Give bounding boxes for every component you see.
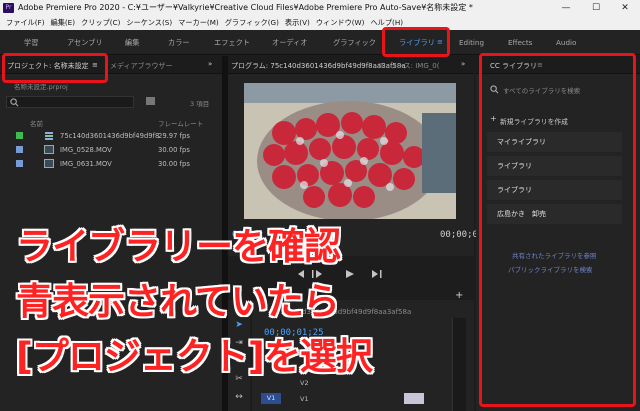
annotation-box-project-tab [2,53,108,83]
audio-meter [452,318,466,411]
video-preview-frame[interactable] [244,83,456,219]
slip-tool-icon[interactable]: ↔ [232,390,246,404]
workspace-bar: 学習 アセンブリ 編集 カラー エフェクト オーディオ グラフィック ライブラリ… [0,30,640,55]
annotation-box-libraries-panel [479,53,636,407]
table-row[interactable]: 75c140d3601436d9bf49d9f8 29.97 fps [0,129,222,142]
workspace-editing[interactable]: 編集 [125,38,139,48]
title-bar: Pr Adobe Premiere Pro 2020 - C:¥ユーザー¥Val… [0,0,640,16]
row-name: IMG_0631.MOV [60,160,112,168]
row-name: 75c140d3601436d9bf49d9f8 [60,132,160,140]
workspace-graphics[interactable]: グラフィック [333,38,376,48]
label-color-swatch [16,160,23,167]
menu-clip[interactable]: クリップ(C) [75,16,120,30]
panel-overflow-icon[interactable]: » [461,60,465,68]
video-clip-icon [44,145,54,154]
workspace-audio[interactable]: オーディオ [272,38,307,48]
source-patch-v1[interactable]: V1 [261,393,281,404]
label-color-swatch [16,132,23,139]
row-fps: 30.00 fps [158,146,190,154]
new-bin-icon[interactable] [146,97,155,105]
close-button[interactable]: ✕ [611,0,639,16]
item-count: 3 項目 [190,100,210,108]
row-fps: 29.97 fps [158,132,190,140]
video-clip-icon [44,159,54,168]
workspace-learning[interactable]: 学習 [24,38,38,48]
workspace-effects[interactable]: エフェクト [214,38,250,48]
menu-window[interactable]: ウィンドウ(W) [310,16,365,30]
overlay-text-line1: ライブラリーを確認 [16,225,341,268]
column-fps-header[interactable]: フレームレート [158,118,203,128]
media-browser-tab[interactable]: メディアブラウザー [110,61,173,71]
menu-view[interactable]: 表示(V) [279,16,310,30]
label-color-swatch [16,146,23,153]
menu-file[interactable]: ファイル(F) [0,16,45,30]
row-name: IMG_0528.MOV [60,146,112,154]
panel-overflow-icon[interactable]: » [208,60,212,68]
overlay-text-line2: 青表示されていたら [16,280,340,323]
menu-bar: ファイル(F) 編集(E) クリップ(C) シーケンス(S) マーカー(M) グラフィック… [0,16,640,30]
workspace-audio-en[interactable]: Audio [556,38,576,47]
table-row[interactable]: IMG_0528.MOV 30.00 fps [0,143,222,156]
source-tab[interactable]: ソース: IMG_0( [390,61,439,71]
workspace-effects-en[interactable]: Effects [508,38,532,47]
track-label-v1: V1 [300,395,309,403]
sequence-icon [45,132,53,140]
project-search-input[interactable] [6,96,134,108]
minimize-button[interactable]: — [552,0,580,16]
workspace-editing-en[interactable]: Editing [459,38,484,47]
menu-graphics[interactable]: グラフィック(G) [219,16,279,30]
window-title: Adobe Premiere Pro 2020 - C:¥ユーザー¥Valkyr… [18,3,473,12]
search-icon [10,98,19,107]
timeline-clip[interactable] [404,393,424,404]
track-label-v2: V2 [300,379,309,387]
maximize-button[interactable]: ☐ [582,0,610,16]
overlay-text-line3: [プロジェクト]を選択 [16,335,373,378]
row-fps: 30.00 fps [158,160,190,168]
workspace-assembly[interactable]: アセンブリ [67,38,103,48]
annotation-box-libraries-workspace [382,27,450,57]
workspace-color[interactable]: カラー [168,38,190,48]
premiere-app-icon: Pr [3,3,14,13]
menu-sequence[interactable]: シーケンス(S) [120,16,172,30]
menu-edit[interactable]: 編集(E) [45,16,76,30]
table-row[interactable]: IMG_0631.MOV 30.00 fps [0,157,222,170]
program-tab-menu-icon[interactable]: ≡ [378,61,384,69]
video-frame-image [244,83,456,219]
column-name-header[interactable]: 名前 [30,118,43,128]
menu-marker[interactable]: マーカー(M) [172,16,219,30]
